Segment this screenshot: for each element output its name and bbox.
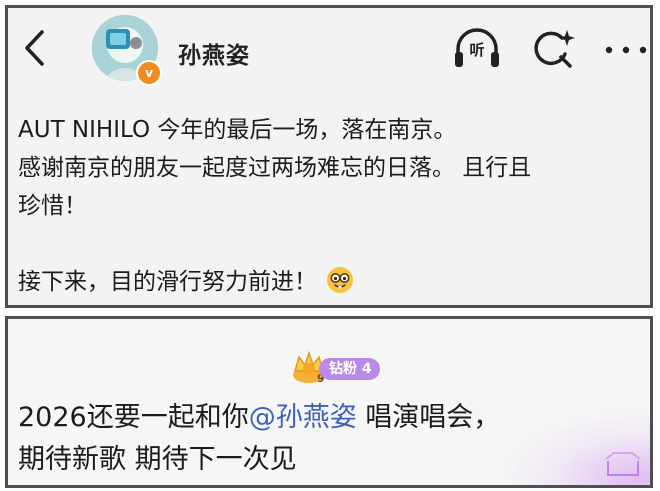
post-text: AUT NIHILO 今年的最后一场，落在南京。 感谢南京的朋友一起度过两场难忘… <box>18 111 646 301</box>
post-line: AUT NIHILO 今年的最后一场，落在南京。 <box>18 117 457 143</box>
post-line-last: 接下来，目的滑行努力前进！ <box>18 263 646 301</box>
post-header: v 孙燕姿 听 <box>8 8 650 88</box>
fan-level: 4 <box>361 361 372 377</box>
post-blank-line <box>18 225 646 263</box>
post-line: 珍惜！ <box>18 193 87 219</box>
post-line: 感谢南京的朋友一起度过两场难忘的日落。 且行且 <box>18 155 532 181</box>
post-line-text: 接下来，目的滑行努力前进！ <box>18 269 317 295</box>
more-options-icon[interactable] <box>603 44 649 56</box>
verified-badge: v <box>136 60 162 86</box>
back-arrow-icon[interactable] <box>20 28 50 68</box>
comment-panel: 9 钻粉 4 2026还要一起和你@孙燕姿 唱演唱会， 期待新歌 期待下一次见 <box>5 316 653 488</box>
sparkle-search-icon[interactable] <box>532 28 576 70</box>
fan-badge[interactable]: 9 钻粉 4 <box>291 349 391 385</box>
comment-suffix: 唱演唱会， <box>356 402 501 433</box>
post-panel: v 孙燕姿 听 AUT NIHILO 今年的最后一场，落在南京。 感谢南京的朋友… <box>5 5 653 308</box>
username[interactable]: 孙燕姿 <box>178 36 250 70</box>
comment-prefix: 2026还要一起和你 <box>18 402 249 433</box>
nerd-face-emoji-icon <box>327 267 353 293</box>
fan-label: 钻粉 <box>329 361 357 377</box>
fan-level-pill: 钻粉 4 <box>319 358 380 380</box>
decorative-frame-icon <box>605 452 641 476</box>
listen-label: 听 <box>469 41 485 59</box>
mention-link[interactable]: @孙燕姿 <box>249 402 357 433</box>
